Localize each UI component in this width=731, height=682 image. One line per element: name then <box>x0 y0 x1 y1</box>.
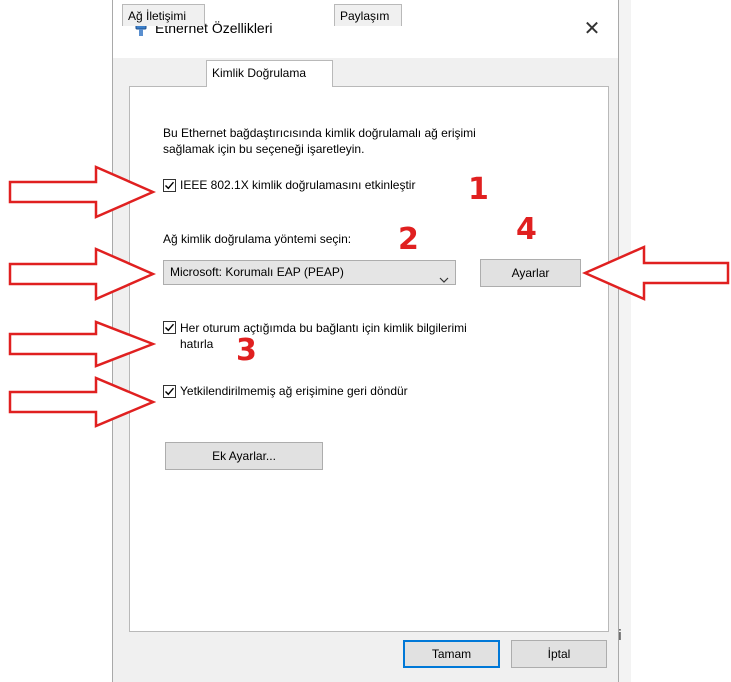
enable-8021x-checkbox[interactable] <box>163 179 176 192</box>
tab-authentication-label: Kimlik Doğrulama <box>212 66 307 80</box>
annotation-arrow-right-2 <box>8 247 156 301</box>
close-icon: ✕ <box>583 18 601 40</box>
tab-sharing[interactable]: Paylaşım <box>334 4 402 26</box>
fallback-access-label: Yetkilendirilmemiş ağ erişimine geri dön… <box>180 384 408 398</box>
checkmark-icon <box>165 387 175 396</box>
checkmark-icon <box>165 323 175 332</box>
remember-credentials-row[interactable]: Her oturum açtığımda bu bağlantı için ki… <box>163 320 467 352</box>
annotation-arrow-right-4 <box>8 376 156 428</box>
annotation-arrow-right-3 <box>8 320 156 368</box>
screenshot-canvas: i Ethernet Özellikleri ✕ Ağ İletişimi Ki… <box>0 0 731 682</box>
annotation-number-2: 2 <box>398 222 419 257</box>
tab-networking[interactable]: Ağ İletişimi <box>122 4 205 26</box>
annotation-arrow-right-1 <box>8 165 156 219</box>
description-line-1: Bu Ethernet bağdaştırıcısında kimlik doğ… <box>163 126 476 140</box>
annotation-number-1: 1 <box>468 172 489 207</box>
cancel-button-label: İptal <box>547 647 571 661</box>
enable-8021x-row[interactable]: IEEE 802.1X kimlik doğrulamasını etkinle… <box>163 178 415 192</box>
tab-panel-authentication <box>129 86 609 632</box>
settings-button-label: Ayarlar <box>511 266 550 280</box>
authentication-description: Bu Ethernet bağdaştırıcısında kimlik doğ… <box>163 125 563 157</box>
annotation-arrow-left <box>582 245 730 301</box>
annotation-number-3: 3 <box>236 333 257 368</box>
annotation-number-4: 4 <box>516 212 537 247</box>
description-line-2: sağlamak için bu seçeneği işaretleyin. <box>163 142 365 156</box>
close-button[interactable]: ✕ <box>578 15 606 43</box>
auth-method-select[interactable]: Microsoft: Korumalı EAP (PEAP) <box>163 260 456 285</box>
ok-button-label: Tamam <box>431 647 472 661</box>
checkmark-icon <box>165 181 175 190</box>
settings-button[interactable]: Ayarlar <box>480 259 581 287</box>
tab-sharing-label: Paylaşım <box>340 9 390 23</box>
fallback-access-row[interactable]: Yetkilendirilmemiş ağ erişimine geri dön… <box>163 384 408 398</box>
fallback-access-checkbox[interactable] <box>163 385 176 398</box>
tab-networking-label: Ağ İletişimi <box>128 9 187 23</box>
remember-label-line-1: Her oturum açtığımda bu bağlantı için ki… <box>180 321 467 335</box>
remember-credentials-checkbox[interactable] <box>163 321 176 334</box>
additional-settings-label: Ek Ayarlar... <box>212 449 276 463</box>
additional-settings-button[interactable]: Ek Ayarlar... <box>165 442 323 470</box>
chevron-down-icon <box>439 269 449 292</box>
enable-8021x-label: IEEE 802.1X kimlik doğrulamasını etkinle… <box>180 178 416 192</box>
ok-button[interactable]: Tamam <box>403 640 500 668</box>
cancel-button[interactable]: İptal <box>511 640 607 668</box>
method-label: Ağ kimlik doğrulama yöntemi seçin: <box>163 232 352 246</box>
remember-credentials-label: Her oturum açtığımda bu bağlantı için ki… <box>180 320 467 352</box>
properties-dialog: Ethernet Özellikleri ✕ Ağ İletişimi Kiml… <box>112 0 619 682</box>
auth-method-value: Microsoft: Korumalı EAP (PEAP) <box>170 265 344 279</box>
remember-label-line-2: hatırla <box>180 337 214 351</box>
tab-authentication[interactable]: Kimlik Doğrulama <box>206 60 333 87</box>
